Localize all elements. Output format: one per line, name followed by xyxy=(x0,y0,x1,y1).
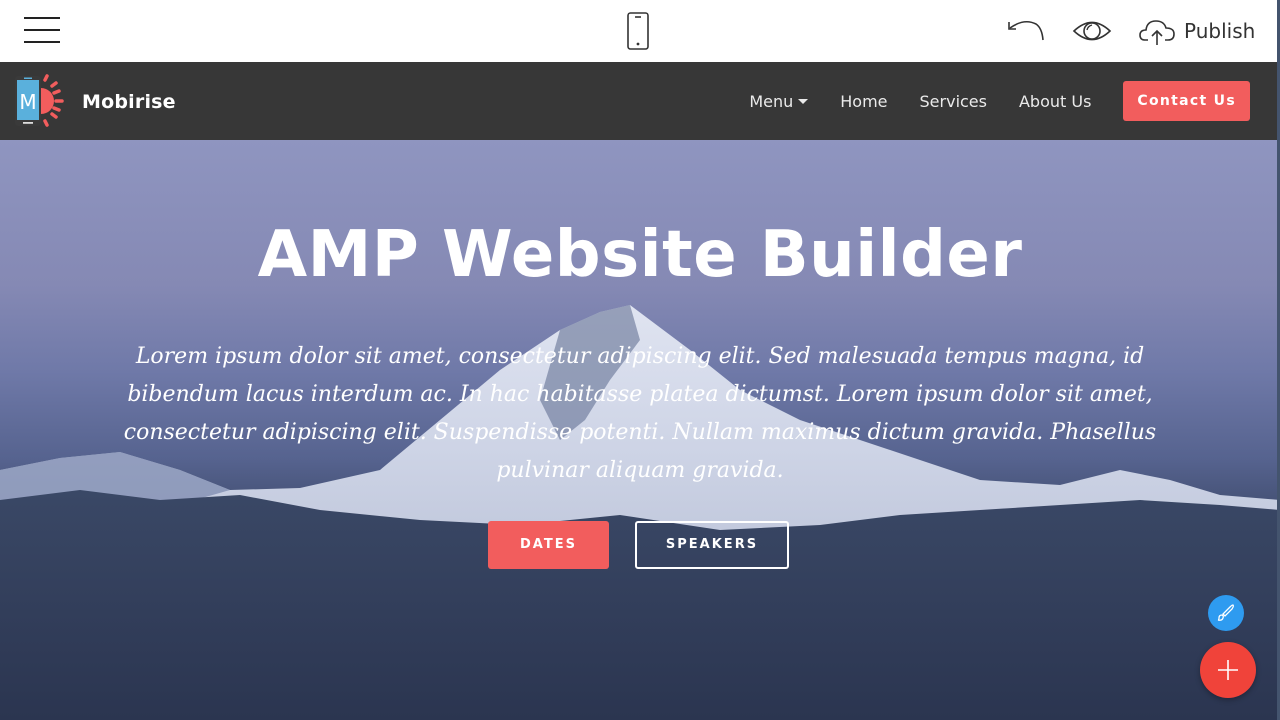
nav-about-us[interactable]: About Us xyxy=(1019,92,1091,111)
caret-down-icon xyxy=(798,98,809,104)
nav-menu-label: Menu xyxy=(749,91,794,111)
nav-services[interactable]: Services xyxy=(920,92,987,111)
publish-label: Publish xyxy=(1184,19,1256,43)
brand[interactable]: M Mobirise xyxy=(14,74,176,130)
style-editor-button[interactable] xyxy=(1208,595,1244,631)
undo-icon[interactable] xyxy=(1006,14,1046,48)
hero-description: Lorem ipsum dolor sit amet, consectetur … xyxy=(123,344,1157,483)
paintbrush-icon xyxy=(1217,604,1234,621)
nav-menu-dropdown[interactable]: Menu xyxy=(749,91,809,111)
svg-text:M: M xyxy=(19,90,36,114)
speakers-button[interactable]: SPEAKERS xyxy=(635,521,789,569)
add-block-button[interactable] xyxy=(1200,642,1256,698)
cloud-upload-icon xyxy=(1139,20,1175,45)
site-navbar: M Mobirise Menu Home Services About Us C… xyxy=(0,62,1280,140)
editor-toolbar: Publish xyxy=(0,0,1280,62)
dates-button[interactable]: DATES xyxy=(488,521,609,569)
hero-title: AMP Website Builder xyxy=(257,218,1023,292)
nav-home[interactable]: Home xyxy=(840,92,887,111)
brand-name: Mobirise xyxy=(82,91,176,113)
mobile-phone-icon[interactable] xyxy=(626,12,650,50)
brand-logo-icon: M xyxy=(15,74,64,127)
contact-us-button[interactable]: Contact Us xyxy=(1123,81,1250,121)
hamburger-icon[interactable] xyxy=(24,16,60,44)
plus-icon xyxy=(1218,660,1238,680)
hero-section: AMP Website Builder Lorem ipsum dolor si… xyxy=(0,140,1280,720)
nav-links: Menu Home Services About Us Contact Us xyxy=(749,81,1250,121)
publish-button[interactable]: Publish xyxy=(1138,12,1255,50)
eye-icon[interactable] xyxy=(1072,16,1112,46)
